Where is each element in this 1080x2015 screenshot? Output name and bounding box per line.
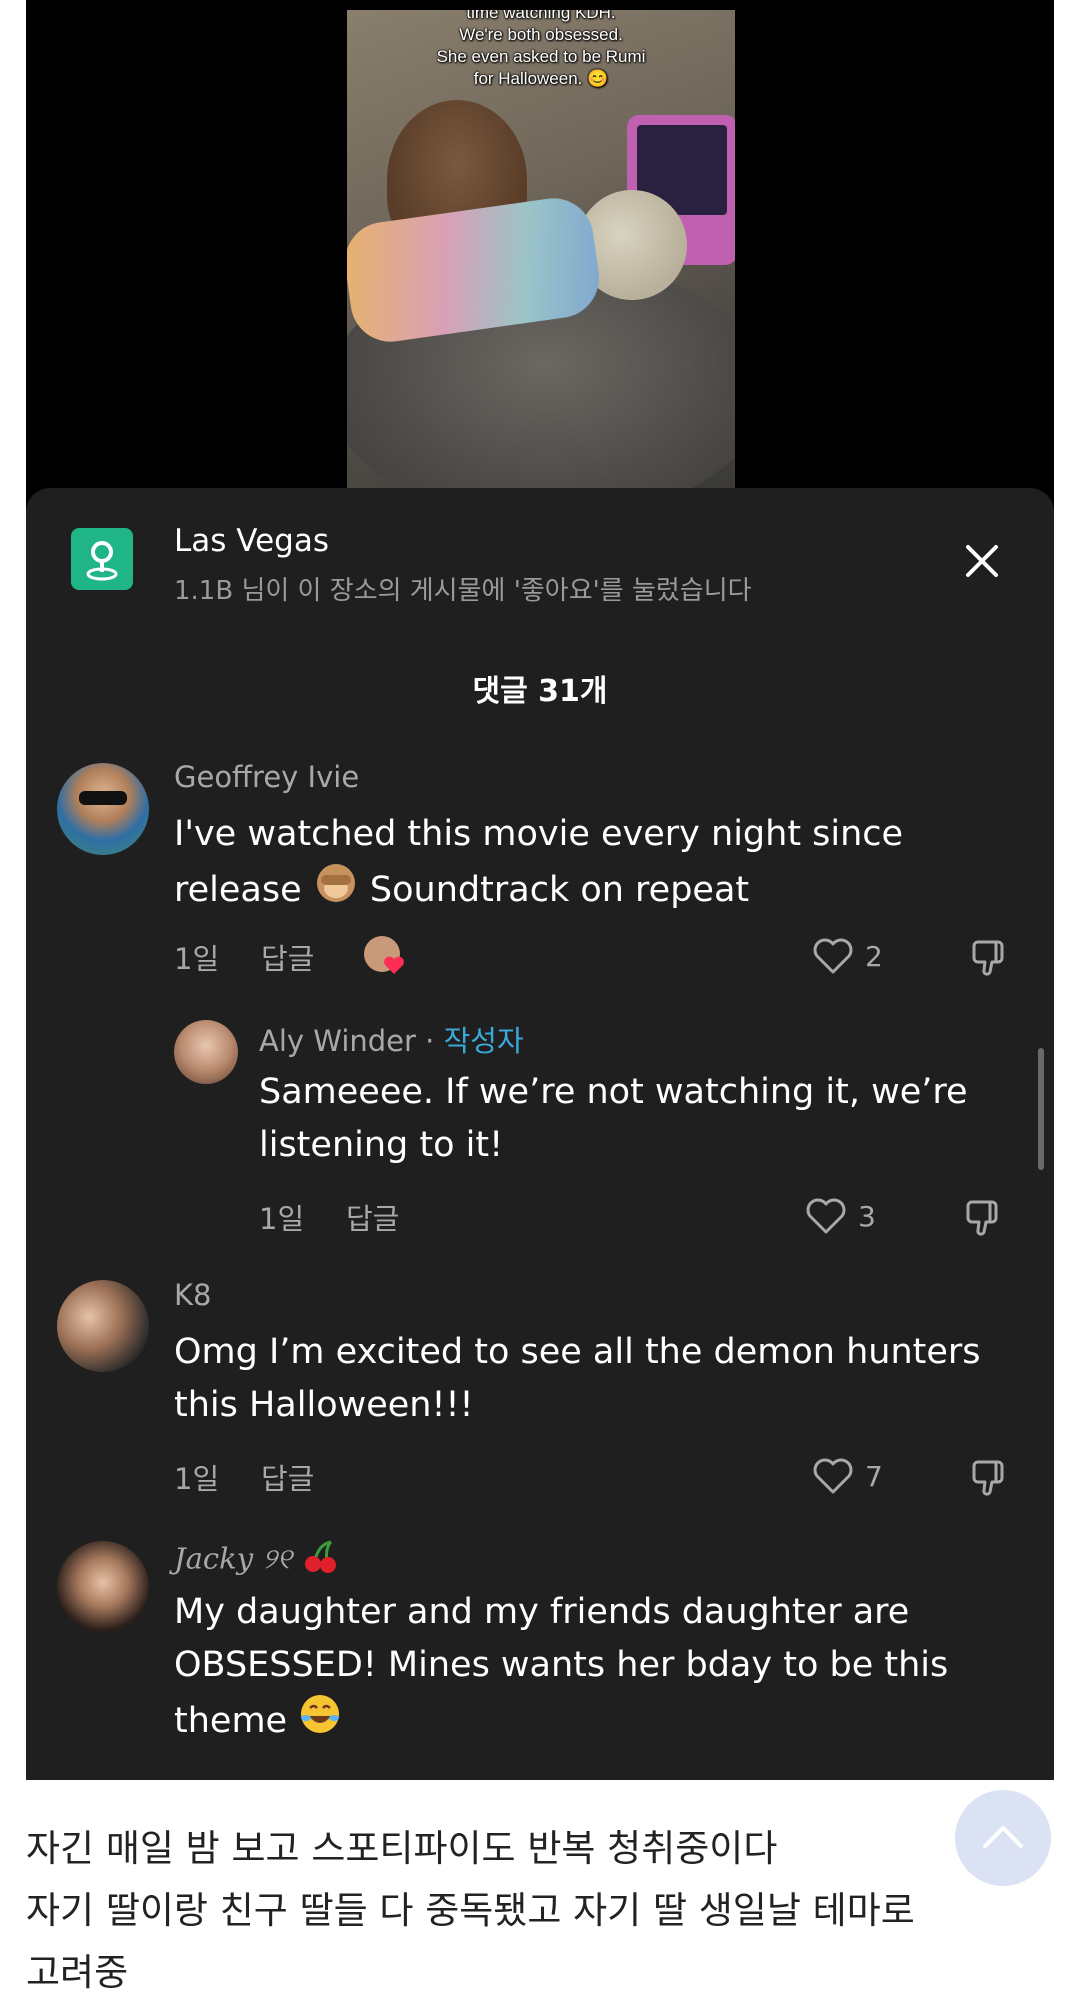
tears-of-joy-icon — [298, 1692, 342, 1752]
avatar[interactable] — [57, 1541, 149, 1633]
chevron-up-icon — [983, 1826, 1023, 1848]
post-text-line: 자기 딸이랑 친구 딸들 다 중독됐고 자기 딸 생일날 테마로 — [26, 1889, 915, 1932]
comment-text-line: My daughter and my friends daughter are — [174, 1592, 910, 1632]
caption-line: We're both obsessed. — [459, 25, 623, 44]
like-button[interactable]: 3 — [804, 1196, 876, 1236]
author-badge: 작성자 — [443, 1024, 524, 1058]
cherry-icon — [301, 1540, 339, 1581]
comment-text-line: I've watched this movie every night sinc… — [174, 814, 904, 854]
video-caption: time watching KDH. We're both obsessed. … — [347, 10, 735, 90]
comment-username[interactable]: Geoffrey Ivie — [174, 760, 359, 794]
reply-username: Aly Winder — [259, 1024, 416, 1058]
caption-line: for Halloween. 😊 — [473, 69, 609, 88]
caption-line: She even asked to be Rumi — [436, 47, 646, 66]
caption-line: time watching KDH. — [466, 10, 616, 22]
comment-text: I've watched this movie every night sinc… — [174, 808, 1034, 921]
comment-text-line: listening to it! — [259, 1125, 504, 1165]
post-text: 자긴 매일 밤 보고 스포티파이도 반복 청취중이다 자기 딸이랑 친구 딸들 … — [26, 1818, 1056, 2004]
avatar[interactable] — [57, 763, 149, 855]
close-icon[interactable] — [962, 541, 1002, 581]
location-banner[interactable]: Las Vegas 1.1B 님이 이 장소의 게시물에 '좋아요'를 눌렀습니… — [26, 488, 1054, 618]
comment-text-line: theme — [174, 1692, 1034, 1752]
comment-text-part: theme — [174, 1701, 288, 1741]
comment-text-part: Soundtrack on repeat — [369, 870, 750, 910]
comment-text-line: Omg I’m excited to see all the demon hun… — [174, 1332, 981, 1372]
location-subtitle: 1.1B 님이 이 장소의 게시물에 '좋아요'를 눌렀습니다 — [174, 576, 752, 606]
like-count: 3 — [858, 1199, 876, 1233]
like-count: 2 — [865, 939, 883, 973]
comment-age: 1일 — [174, 1462, 220, 1496]
avatar[interactable] — [174, 1020, 238, 1084]
stylized-username: Jacky ୨୧ — [174, 1541, 292, 1576]
comment-text-line: OBSESSED! Mines wants her bday to be thi… — [174, 1645, 949, 1685]
comment-text-part: release — [174, 870, 302, 910]
heart-outline-icon — [806, 1198, 846, 1234]
comment-username[interactable]: Aly Winder · 작성자 — [259, 1018, 524, 1060]
video-thumbnail[interactable]: time watching KDH. We're both obsessed. … — [347, 10, 735, 488]
comments-count: 댓글 31개 — [472, 674, 608, 709]
comment-text-line: release Soundtrack on repeat — [174, 861, 1034, 921]
comment-username[interactable]: Jacky ୨୧ — [174, 1540, 339, 1581]
comment-age: 1일 — [259, 1202, 305, 1236]
comments-sheet: Las Vegas 1.1B 님이 이 장소의 게시물에 '좋아요'를 눌렀습니… — [26, 488, 1054, 1780]
map-pin-icon — [71, 528, 133, 590]
dislike-icon[interactable] — [962, 1194, 1006, 1242]
avatar[interactable] — [57, 1280, 149, 1372]
reply-button[interactable]: 답글 — [261, 936, 314, 978]
like-button[interactable]: 7 — [811, 1456, 883, 1496]
scroll-to-top-button[interactable] — [955, 1790, 1051, 1886]
scrollbar[interactable] — [1038, 1048, 1044, 1170]
comment-text: Omg I’m excited to see all the demon hun… — [174, 1326, 1034, 1432]
dislike-icon[interactable] — [968, 934, 1012, 982]
comment-text-line: Sameeee. If we’re not watching it, we’re — [259, 1072, 968, 1112]
post-text-line: 자긴 매일 밤 보고 스포티파이도 반복 청취중이다 — [26, 1827, 778, 1870]
reply-button[interactable]: 답글 — [261, 1456, 314, 1498]
heart-outline-icon — [813, 1458, 853, 1494]
post-text-line: 고려중 — [26, 1951, 129, 1994]
like-count: 7 — [865, 1459, 883, 1493]
heart-badge-icon — [382, 954, 406, 980]
dislike-icon[interactable] — [968, 1454, 1012, 1502]
location-title: Las Vegas — [174, 523, 329, 559]
like-button[interactable]: 2 — [811, 936, 883, 976]
comment-text: My daughter and my friends daughter are … — [174, 1586, 1034, 1752]
comment-text: Sameeee. If we’re not watching it, we’re… — [259, 1066, 1039, 1172]
comment-age: 1일 — [174, 942, 220, 976]
comment-text-line: this Halloween!!! — [174, 1385, 474, 1425]
reply-button[interactable]: 답글 — [346, 1196, 399, 1238]
comment-username[interactable]: K8 — [174, 1278, 211, 1312]
heart-outline-icon — [813, 938, 853, 974]
see-no-evil-monkey-icon — [313, 861, 359, 921]
